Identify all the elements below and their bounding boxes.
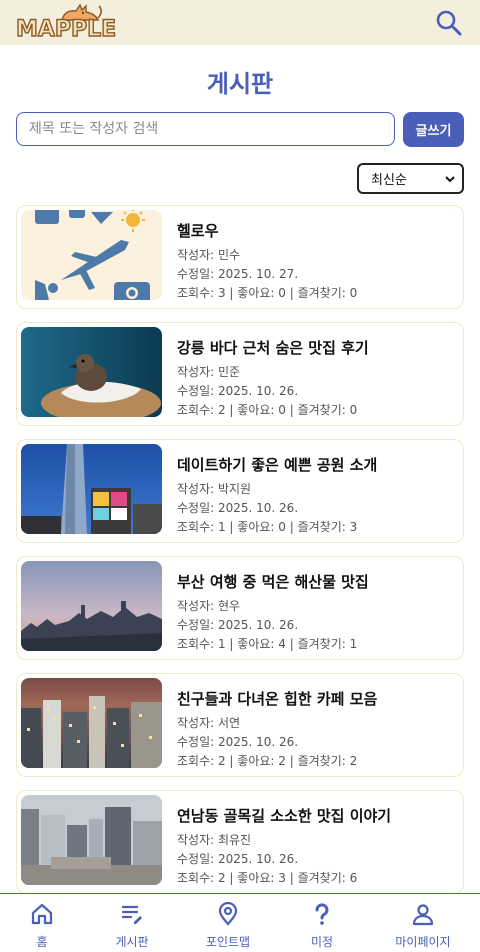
page-title: 게시판 (206, 70, 274, 98)
post-date: 수정일: 2025. 10. 26. (177, 852, 299, 866)
logo-text: MAPPLE (15, 16, 117, 42)
post-title: 친구들과 다녀온 힙한 카페 모음 (177, 690, 378, 708)
post-thumbnail (21, 327, 162, 417)
search-input[interactable] (16, 112, 395, 146)
post-card[interactable]: 헬로우 작성자: 민수 수정일: 2025. 10. 27. 조회수: 3 | … (16, 205, 464, 309)
post-card[interactable]: 연남동 골목길 소소한 맛집 이야기 작성자: 최유진 수정일: 2025. 1… (16, 790, 464, 894)
post-date: 수정일: 2025. 10. 26. (177, 384, 299, 398)
board-page: MAPPLE 게시판 글쓰기 최신순 (0, 0, 480, 952)
post-card[interactable]: 강릉 바다 근처 숨은 맛집 후기 작성자: 민준 수정일: 2025. 10.… (16, 322, 464, 426)
bottom-nav: 홈 게시판 포인트맵 미정 마이페이지 (0, 893, 480, 952)
post-stats: 조회수: 1 | 좋아요: 0 | 즐겨찾기: 3 (177, 520, 358, 534)
post-author: 작성자: 서연 (177, 716, 241, 730)
post-title: 헬로우 (177, 222, 219, 240)
post-stats: 조회수: 2 | 좋아요: 2 | 즐겨찾기: 2 (177, 754, 358, 768)
post-card[interactable]: 친구들과 다녀온 힙한 카페 모음 작성자: 서연 수정일: 2025. 10.… (16, 673, 464, 777)
nav-label: 미정 (310, 935, 334, 949)
post-date: 수정일: 2025. 10. 26. (177, 735, 299, 749)
nav-item-point-map[interactable]: 포인트맵 (180, 894, 276, 952)
nav-item-home[interactable]: 홈 (0, 894, 90, 952)
post-stats: 조회수: 2 | 좋아요: 0 | 즐겨찾기: 0 (177, 403, 358, 417)
post-title: 강릉 바다 근처 숨은 맛집 후기 (177, 339, 369, 357)
post-author: 작성자: 박지원 (177, 482, 252, 496)
board-icon (121, 905, 142, 924)
nav-item-undecided[interactable]: 미정 (274, 894, 370, 952)
search-icon[interactable] (434, 8, 464, 38)
post-date: 수정일: 2025. 10. 26. (177, 618, 299, 632)
post-title: 데이트하기 좋은 예쁜 공원 소개 (177, 456, 378, 474)
post-title: 연남동 골목길 소소한 맛집 이야기 (177, 807, 392, 825)
home-icon (31, 903, 53, 925)
post-thumbnail (21, 795, 162, 885)
post-thumbnail (21, 678, 162, 768)
nav-item-my-page[interactable]: 마이페이지 (375, 894, 471, 952)
nav-label: 포인트맵 (205, 935, 251, 949)
post-author: 작성자: 현우 (177, 599, 241, 613)
question-icon (315, 903, 329, 925)
post-thumbnail (21, 210, 162, 300)
top-bar: MAPPLE (0, 0, 480, 45)
nav-label: 홈 (36, 935, 48, 949)
nav-label: 게시판 (115, 935, 149, 949)
post-stats: 조회수: 2 | 좋아요: 3 | 즐겨찾기: 6 (177, 871, 358, 885)
nav-item-board[interactable]: 게시판 (84, 894, 180, 952)
post-thumbnail (21, 561, 162, 651)
post-thumbnail (21, 444, 162, 534)
post-card[interactable]: 부산 여행 중 먹은 해산물 맛집 작성자: 현우 수정일: 2025. 10.… (16, 556, 464, 660)
post-stats: 조회수: 3 | 좋아요: 0 | 즐겨찾기: 0 (177, 286, 358, 300)
map-pin-icon (218, 902, 238, 926)
post-author: 작성자: 최유진 (177, 833, 252, 847)
sort-select[interactable]: 최신순 (357, 163, 464, 194)
post-date: 수정일: 2025. 10. 26. (177, 501, 299, 515)
post-stats: 조회수: 1 | 좋아요: 4 | 즐겨찾기: 1 (177, 637, 358, 651)
post-date: 수정일: 2025. 10. 27. (177, 267, 299, 281)
nav-label: 마이페이지 (395, 935, 451, 949)
write-post-button[interactable]: 글쓰기 (403, 112, 464, 147)
post-author: 작성자: 민준 (177, 365, 241, 379)
sort-selected-value: 최신순 (371, 173, 407, 188)
post-author: 작성자: 민수 (177, 248, 241, 262)
post-card[interactable]: 데이트하기 좋은 예쁜 공원 소개 작성자: 박지원 수정일: 2025. 10… (16, 439, 464, 543)
user-icon (412, 904, 434, 926)
post-title: 부산 여행 중 먹은 해산물 맛집 (177, 573, 369, 591)
chevron-down-icon (445, 176, 455, 183)
mapple-logo[interactable]: MAPPLE (15, 2, 120, 44)
